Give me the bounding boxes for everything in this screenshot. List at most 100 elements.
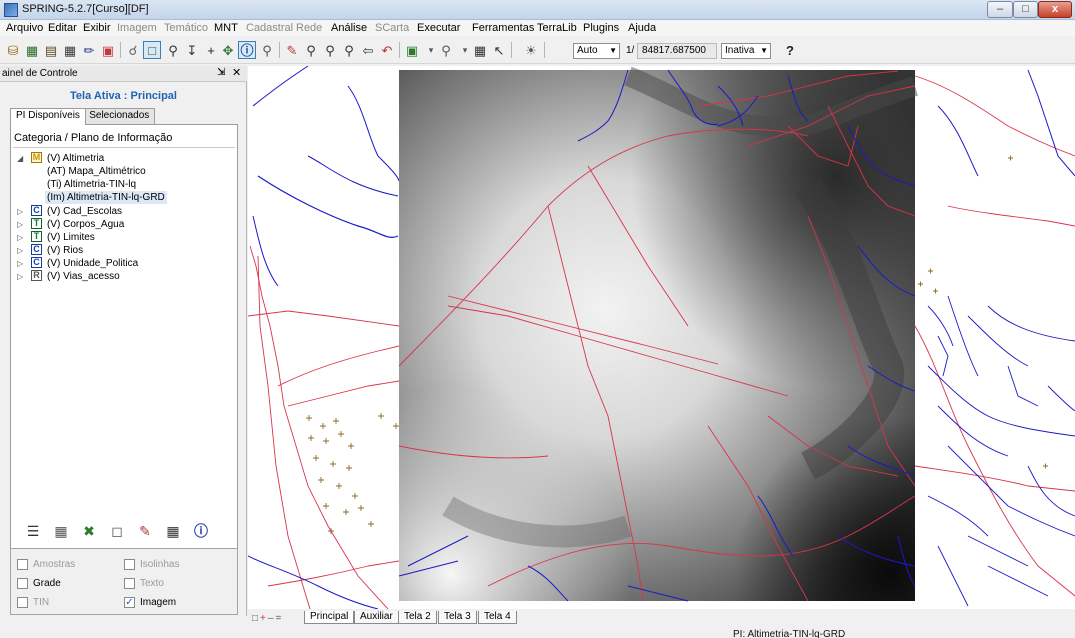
tree-item-label-selected: (Im) Altimetria-TIN-lq-GRD (45, 191, 167, 204)
scale-icon[interactable]: ⚲ (437, 41, 455, 59)
window-icon[interactable]: ▣ (99, 41, 117, 59)
menu-ferramentas[interactable]: Ferramentas (472, 22, 534, 34)
zoom-area-icon[interactable]: ⚲ (340, 41, 358, 59)
close-window-button[interactable]: x (1038, 1, 1072, 18)
palette-icon[interactable]: ▣ (403, 41, 421, 59)
collapsed-arrow-icon[interactable]: ▷ (17, 231, 26, 244)
grade-label: Grade (33, 578, 61, 589)
imagem-checkbox[interactable]: ✓ (124, 597, 135, 608)
project-icon[interactable]: ▦ (23, 41, 41, 59)
help-icon[interactable]: ? (781, 41, 799, 59)
tab-tela-4[interactable]: Tela 4 (478, 611, 517, 624)
tree-item-label: (Ti) Altimetria-TIN-lq (47, 179, 137, 190)
database-icon[interactable]: ⛁ (4, 41, 22, 59)
cursor-icon[interactable]: ☌ (124, 41, 142, 59)
layers-icon[interactable]: ▤ (42, 41, 60, 59)
scale-value-input[interactable]: 84817.687500 (637, 43, 717, 59)
menu-analise[interactable]: Análise (331, 22, 367, 34)
refresh-icon[interactable]: ☀ (522, 41, 540, 59)
zoom-icon[interactable]: ⚲ (164, 41, 182, 59)
texto-label: Texto (140, 578, 164, 589)
collapsed-arrow-icon[interactable]: ▷ (17, 218, 26, 231)
collapsed-arrow-icon[interactable]: ▷ (17, 205, 26, 218)
title-bar: SPRING-5.2.7[Curso][DF] – □ x (0, 0, 1075, 20)
tab-pi-disponiveis[interactable]: PI Disponíveis (10, 108, 86, 125)
tree-item-corpos-agua[interactable]: ▷ T (V) Corpos_Agua (17, 218, 227, 231)
zoom-out-icon[interactable]: ⚲ (321, 41, 339, 59)
tab-tela-3[interactable]: Tela 3 (438, 611, 477, 624)
toolbar-separator (279, 42, 280, 58)
query-icon[interactable]: ⚲ (258, 41, 276, 59)
screen-tabs-bar: □+–= Principal Auxiliar Tela 2 Tela 3 Te… (248, 609, 1075, 638)
pin-panel-icon[interactable]: ⇲ (217, 67, 225, 78)
category-t-icon: T (31, 218, 42, 229)
menu-tematico[interactable]: Temático (164, 22, 208, 34)
menu-imagem[interactable]: Imagem (117, 22, 157, 34)
menu-arquivo[interactable]: Arquivo (6, 22, 43, 34)
menu-plugins[interactable]: Plugins (583, 22, 619, 34)
amostras-checkbox[interactable] (17, 559, 28, 570)
menu-cadastral[interactable]: Cadastral (246, 22, 293, 34)
menu-scarta[interactable]: SCarta (375, 22, 409, 34)
status-select[interactable]: Inativa ▼ (721, 43, 771, 59)
properties-icon[interactable]: ▦ (52, 522, 70, 540)
tree-item-label: (AT) Mapa_Altimétrico (47, 166, 146, 177)
tree-item-limites[interactable]: ▷ T (V) Limites (17, 231, 227, 244)
tree-item-cad-escolas[interactable]: ▷ C (V) Cad_Escolas (17, 205, 227, 218)
tree-item-unidade-politica[interactable]: ▷ C (V) Unidade_Politica (17, 257, 227, 270)
tab-tela-2[interactable]: Tela 2 (398, 611, 437, 624)
tree-item-label: (V) Limites (47, 232, 95, 243)
menu-rede[interactable]: Rede (296, 22, 322, 34)
close-panel-icon[interactable]: ✕ (232, 66, 241, 79)
pencil-icon[interactable]: ✏ (80, 41, 98, 59)
isolinhas-checkbox[interactable] (124, 559, 135, 570)
style-icon[interactable]: ✖ (80, 522, 98, 540)
category-r-icon: R (31, 270, 42, 281)
tree-item-vias-acesso[interactable]: ▷ R (V) Vias_acesso (17, 270, 227, 283)
app-logo-icon (4, 3, 18, 17)
toolbar-separator (511, 42, 512, 58)
collapsed-arrow-icon[interactable]: ▷ (17, 244, 26, 257)
menu-executar[interactable]: Executar (417, 22, 460, 34)
chart-icon[interactable]: ◻ (108, 522, 126, 540)
spring-app-window: SPRING-5.2.7[Curso][DF] – □ x Arquivo Ed… (0, 0, 1075, 638)
info-icon[interactable]: ⓘ (238, 41, 256, 59)
draw-mode-icon[interactable]: □ (143, 41, 161, 59)
collapsed-arrow-icon[interactable]: ▷ (17, 270, 26, 283)
tree-item-label: (V) Altimetria (47, 153, 105, 164)
tree-item-altimetria[interactable]: ◢ M (V) Altimetria (17, 152, 227, 165)
back-icon[interactable]: ⇦ (359, 41, 377, 59)
draw-icon[interactable]: ✎ (136, 522, 154, 540)
grid-icon[interactable]: ▦ (61, 41, 79, 59)
menu-mnt[interactable]: MNT (214, 22, 238, 34)
tab-principal[interactable]: Principal (304, 611, 355, 624)
pointer-icon[interactable]: ↖ (490, 41, 508, 59)
zoom-in-icon[interactable]: ⚲ (302, 41, 320, 59)
pan-icon[interactable]: ✥ (219, 41, 237, 59)
scale-mode-select[interactable]: Auto ▼ (573, 43, 620, 59)
expanded-arrow-icon[interactable]: ◢ (17, 152, 26, 165)
scroll-icon[interactable]: ↧ (183, 41, 201, 59)
help-icon[interactable]: ⓘ (192, 522, 210, 540)
table-icon[interactable]: ▦ (471, 41, 489, 59)
add-icon[interactable]: + (202, 41, 220, 59)
list-icon[interactable]: ☰ (24, 522, 42, 540)
undo-icon[interactable]: ↶ (378, 41, 396, 59)
grid-view-icon[interactable]: ▦ (164, 522, 182, 540)
tab-auxiliar[interactable]: Auxiliar (354, 611, 399, 624)
menu-editar[interactable]: Editar (48, 22, 77, 34)
dem-raster-image (399, 66, 918, 601)
grade-checkbox[interactable] (17, 578, 28, 589)
map-canvas[interactable] (248, 66, 1075, 609)
maximize-button[interactable]: □ (1013, 1, 1038, 18)
tree-item-rios[interactable]: ▷ C (V) Rios (17, 244, 227, 257)
tin-checkbox[interactable] (17, 597, 28, 608)
edit-icon[interactable]: ✎ (283, 41, 301, 59)
menu-ajuda[interactable]: Ajuda (628, 22, 656, 34)
menu-terralib[interactable]: TerraLib (537, 22, 577, 34)
tab-scroll-controls[interactable]: □+–= (252, 613, 283, 624)
minimize-button[interactable]: – (987, 1, 1013, 18)
collapsed-arrow-icon[interactable]: ▷ (17, 257, 26, 270)
menu-exibir[interactable]: Exibir (83, 22, 111, 34)
texto-checkbox[interactable] (124, 578, 135, 589)
